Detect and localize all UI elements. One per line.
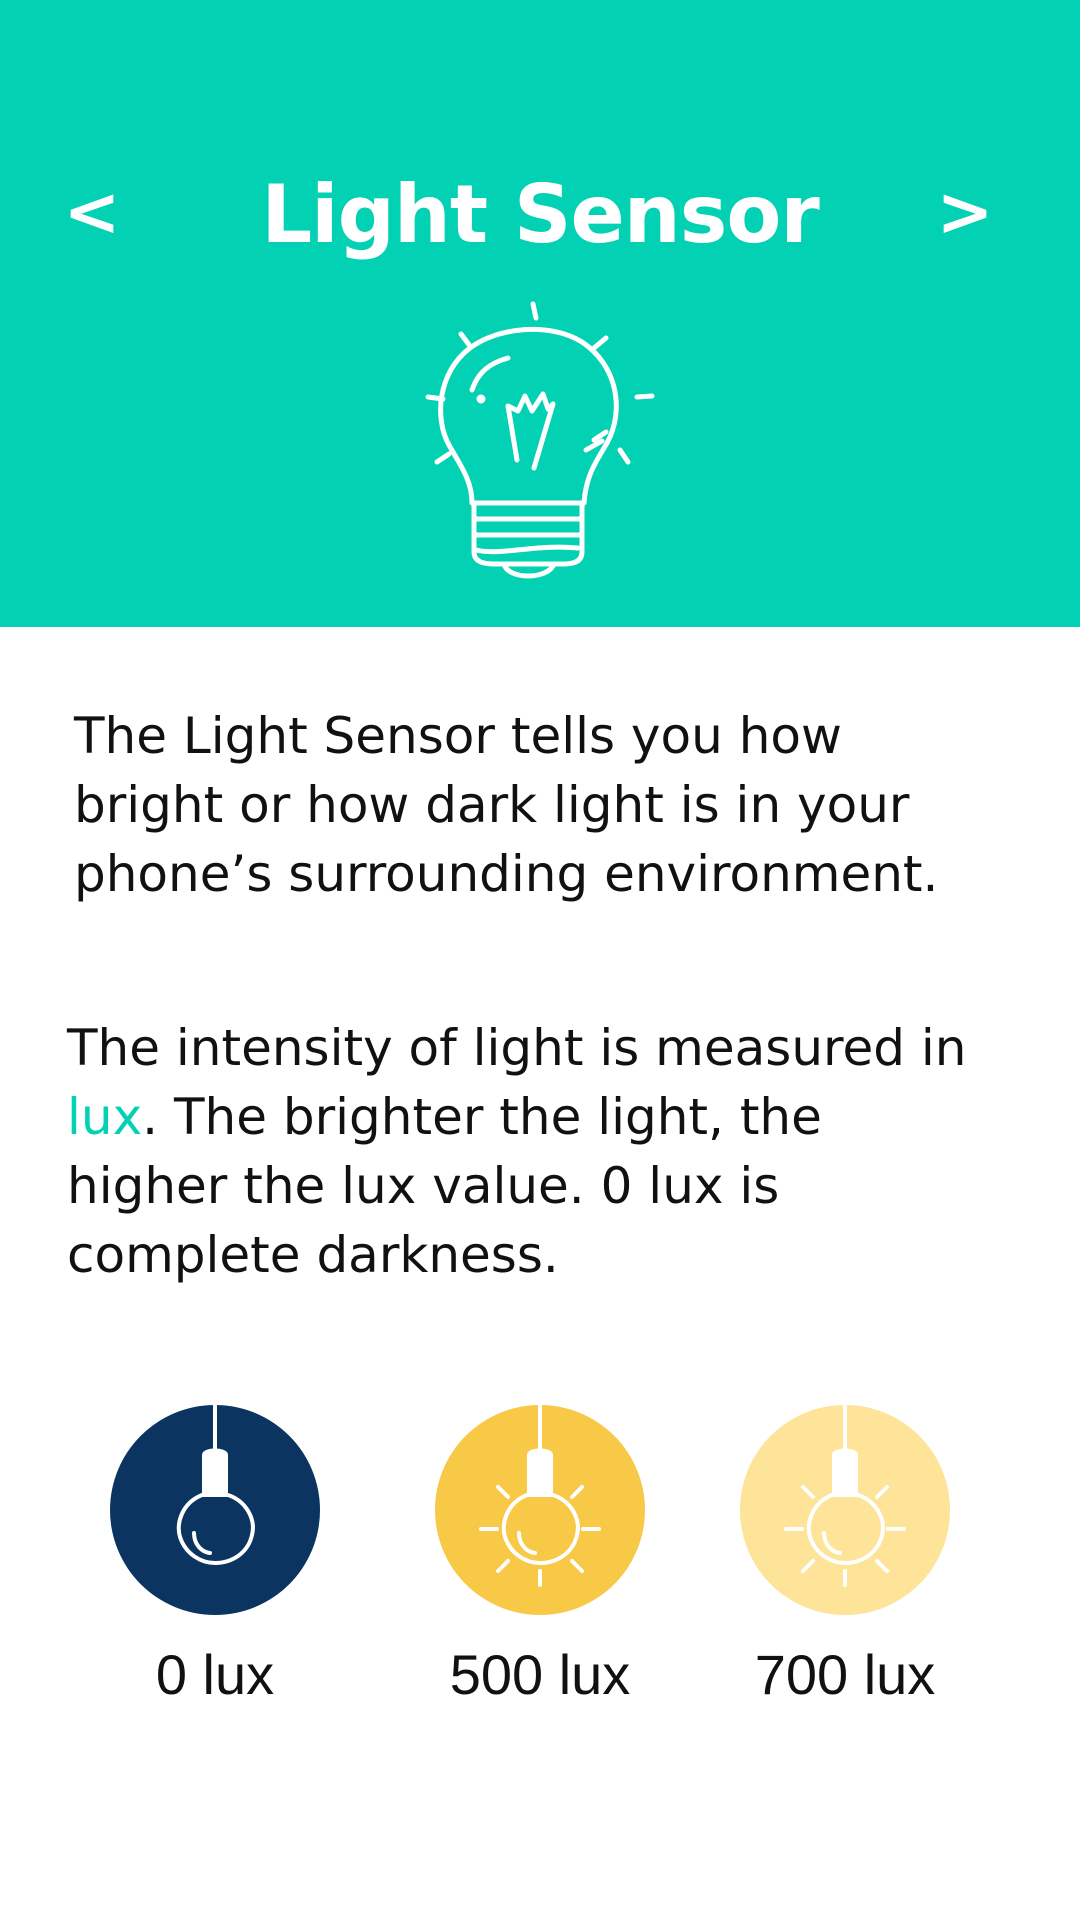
lux-circle-700 xyxy=(740,1405,950,1615)
bulb-brighter-icon xyxy=(784,1405,906,1587)
bulb-bright-icon xyxy=(479,1405,601,1587)
lux-line-2: . The brighter the light, the xyxy=(142,1088,822,1146)
lux-label-500: 500 lux xyxy=(449,1643,631,1706)
lux-example-700: 700 lux xyxy=(735,1405,955,1707)
intro-line-3: phone’s surrounding environment. xyxy=(74,845,939,903)
lux-line-1: The intensity of light is measured in xyxy=(67,1019,967,1077)
lux-line-4: complete darkness. xyxy=(67,1226,559,1284)
lux-line-3: higher the lux value. 0 lux is xyxy=(67,1157,780,1215)
lux-label-700: 700 lux xyxy=(754,1643,936,1706)
page-title: Light Sensor xyxy=(261,168,820,261)
next-button[interactable]: > xyxy=(920,168,1010,258)
lux-example-0: 0 lux xyxy=(105,1405,325,1707)
header: < Light Sensor > xyxy=(0,0,1080,627)
lux-highlight: lux xyxy=(67,1088,143,1146)
prev-button[interactable]: < xyxy=(47,168,137,258)
lux-example-500: 500 lux xyxy=(430,1405,650,1707)
intro-line-1: The Light Sensor tells you how xyxy=(74,707,842,765)
intro-paragraph: The Light Sensor tells you how bright or … xyxy=(74,702,938,909)
lightbulb-outline-icon xyxy=(425,301,655,579)
intro-line-2: bright or how dark light is in your xyxy=(74,776,910,834)
lux-paragraph: The intensity of light is measured in lux… xyxy=(67,1014,966,1290)
lux-circle-500 xyxy=(435,1405,645,1615)
bulb-off-icon xyxy=(176,1405,255,1566)
lux-label-0: 0 lux xyxy=(155,1643,275,1706)
lux-circle-0 xyxy=(110,1405,320,1615)
